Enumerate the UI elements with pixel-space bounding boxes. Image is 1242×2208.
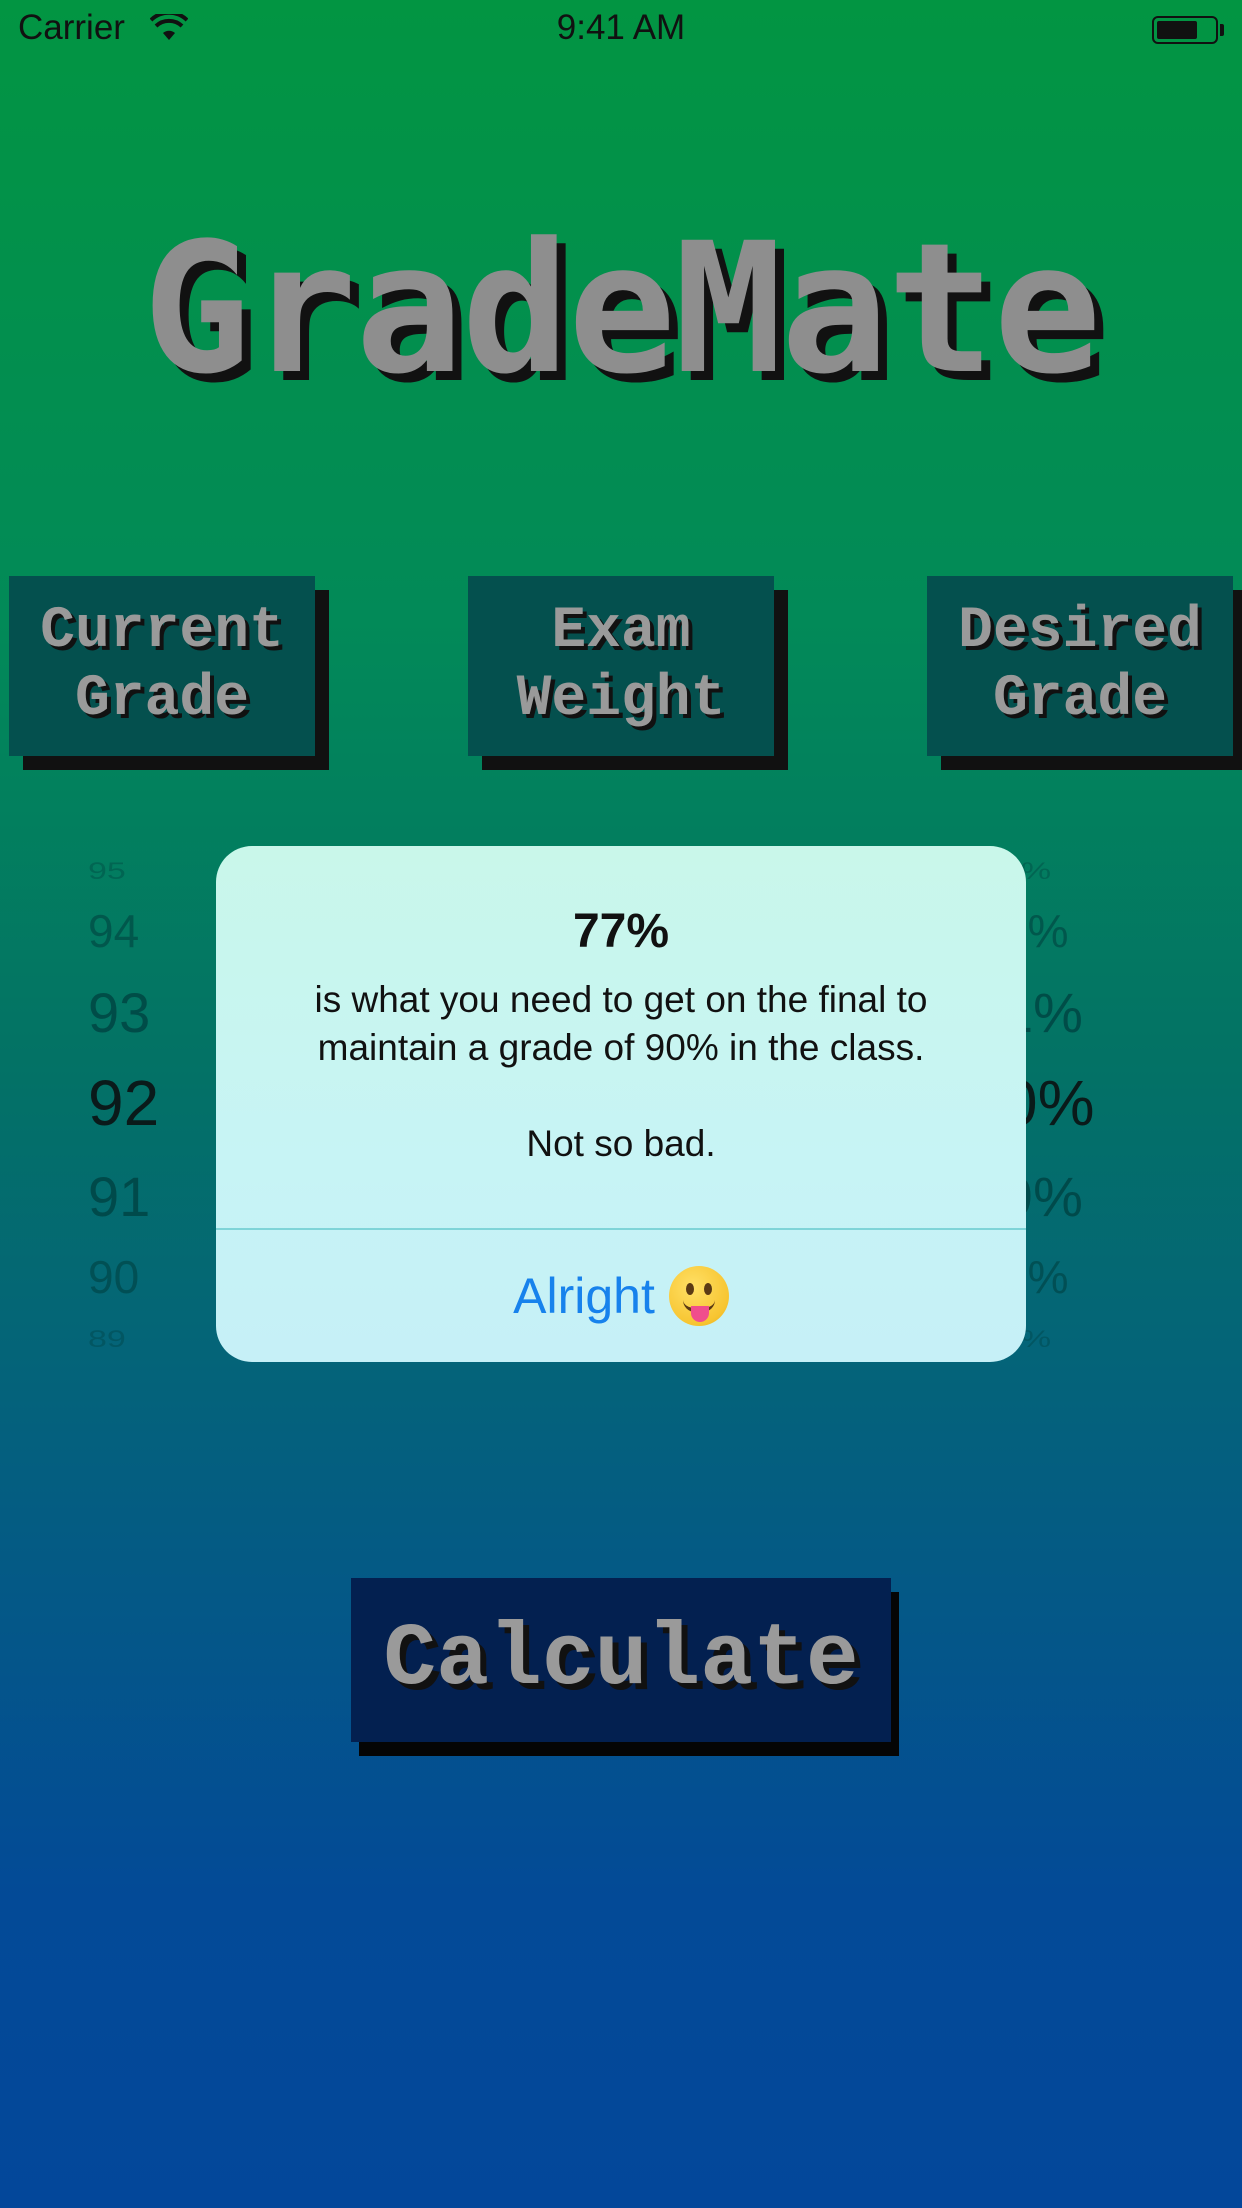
calculate-button[interactable]: Calculate xyxy=(351,1578,891,1742)
alright-button[interactable]: Alright xyxy=(216,1230,1026,1362)
alert-message: is what you need to get on the final to … xyxy=(314,979,928,1164)
battery-icon xyxy=(1152,16,1218,44)
calculate-label: Calculate xyxy=(383,1610,859,1710)
desired-grade-label: Desired Grade xyxy=(958,599,1202,732)
face-with-tongue-icon xyxy=(668,1266,729,1326)
alright-button-label: Alright xyxy=(513,1268,655,1324)
exam-weight-button[interactable]: Exam Weight xyxy=(468,576,774,756)
exam-weight-label: Exam Weight xyxy=(516,599,726,732)
status-bar: Carrier 9:41 AM xyxy=(0,0,1242,60)
desired-grade-button[interactable]: Desired Grade xyxy=(927,576,1233,756)
app-title: GradeMate xyxy=(142,205,1101,414)
battery-nub xyxy=(1220,24,1224,36)
status-time: 9:41 AM xyxy=(556,8,686,47)
result-alert: 77% is what you need to get on the final… xyxy=(216,846,1026,1362)
alert-title: 77% xyxy=(572,905,670,958)
current-grade-label: Current Grade xyxy=(40,599,284,732)
current-grade-button[interactable]: Current Grade xyxy=(9,576,315,756)
